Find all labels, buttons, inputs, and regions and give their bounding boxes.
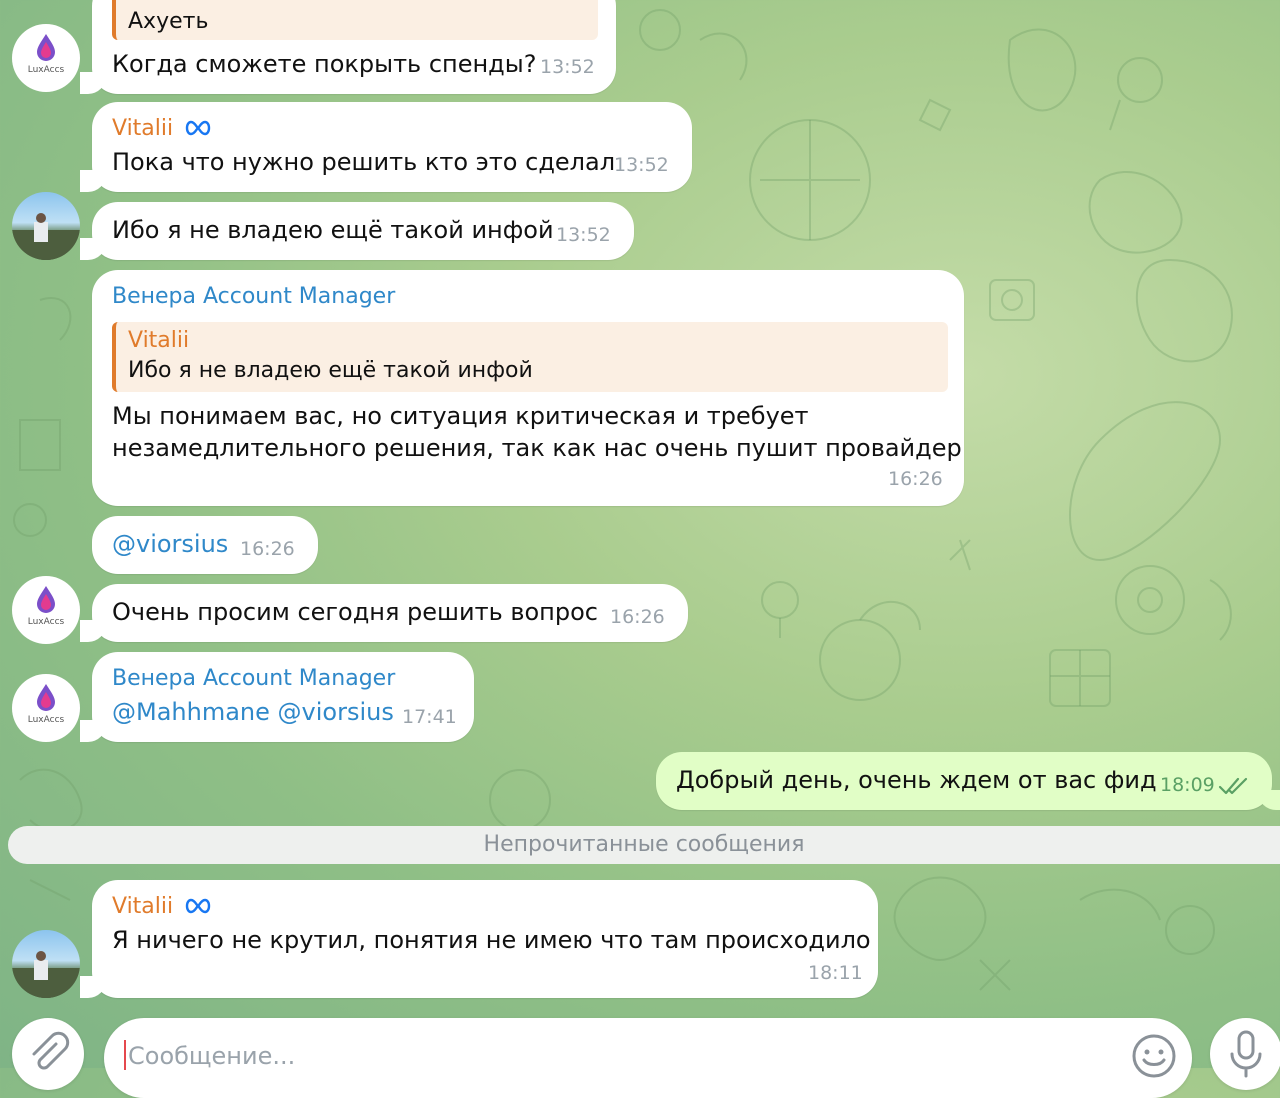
message-time: 13:52 [540,56,595,78]
message-time: 17:41 [402,706,457,728]
message-bubble[interactable]: Венера Account Manager Vitalii Ибо я не … [92,270,964,506]
svg-text:LuxAccs: LuxAccs [28,65,65,75]
message-text: Я ничего не крутил, понятия не имею что … [112,926,871,954]
message-text: Очень просим сегодня решить вопрос [112,598,598,626]
message-time: 18:09 [1160,774,1215,796]
message-bubble[interactable]: Очень просим сегодня решить вопрос 16:26 [80,584,688,642]
message-text: Ибо я не владею ещё такой инфой [112,216,554,244]
message-input[interactable]: Сообщение... [128,1040,295,1072]
message-bubble[interactable]: Ахуеть Когда сможете покрыть спенды? 13:… [80,0,616,94]
sender-name[interactable]: Венера Account Manager [112,664,395,694]
microphone-icon [1230,1030,1262,1078]
message-time: 16:26 [610,606,665,628]
message-composer[interactable]: Сообщение... [104,1018,1192,1098]
meta-verified-icon [185,898,211,914]
quote-text: Ибо я не владею ещё такой инфой [128,358,533,383]
message-text-line: незамедлительного решения, так как нас о… [112,434,962,462]
quote-text: Ахуеть [128,9,209,34]
message-bubble[interactable]: Ибо я не владею ещё такой инфой 13:52 [80,202,634,260]
sender-name[interactable]: Vitalii [112,114,212,144]
unread-messages-divider: Непрочитанные сообщения [8,826,1280,864]
message-text-line: Мы понимаем вас, но ситуация критическая… [112,402,809,430]
message-text: Пока что нужно решить кто это сделал [112,148,616,176]
sender-name[interactable]: Vitalii [112,892,212,922]
message-bubble[interactable]: Vitalii Я ничего не крутил, понятия не и… [80,880,878,998]
quote-sender: Vitalii [128,328,190,353]
message-time: 18:11 [808,962,863,984]
message-bubble[interactable]: @viorsius 16:26 [92,516,318,574]
meta-verified-icon [185,120,211,136]
mention-link[interactable]: @Mahhmane @viorsius [112,696,394,728]
message-text: Добрый день, очень ждем от вас фид [676,766,1157,794]
sender-name[interactable]: Венера Account Manager [112,282,395,312]
message-text: Когда сможете покрыть спенды? [112,50,537,78]
outgoing-message-bubble[interactable]: Добрый день, очень ждем от вас фид 18:09 [656,752,1280,810]
svg-text:LuxAccs: LuxAccs [28,617,65,627]
message-bubble[interactable]: Венера Account Manager @Mahhmane @viorsi… [80,652,474,742]
message-time: 13:52 [614,154,669,176]
text-caret [124,1040,126,1070]
emoji-icon[interactable] [1130,1032,1178,1080]
message-time: 16:26 [888,468,943,490]
reply-quote[interactable]: Ахуеть [112,0,598,40]
svg-text:LuxAccs: LuxAccs [28,715,65,725]
message-time: 13:52 [556,224,611,246]
message-time: 16:26 [240,538,295,560]
paperclip-icon [32,1031,70,1070]
mention-link[interactable]: @viorsius [112,528,228,560]
double-check-icon [1218,777,1248,795]
message-bubble[interactable]: Vitalii Пока что нужно решить кто это сд… [80,102,692,192]
voice-message-button[interactable] [1210,1018,1280,1090]
reply-quote[interactable]: Vitalii Ибо я не владею ещё такой инфой [112,322,948,392]
attach-button[interactable] [12,1018,84,1090]
